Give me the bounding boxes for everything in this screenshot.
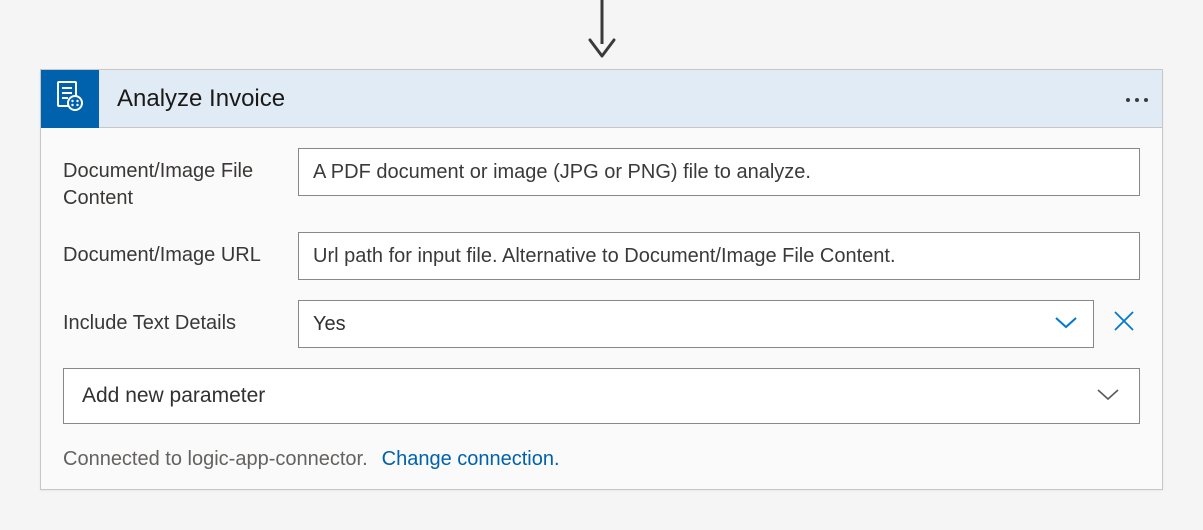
connected-to-text: Connected to logic-app-connector. [63,448,368,471]
card-header[interactable]: Analyze Invoice [41,70,1162,128]
card-menu-button[interactable] [1112,87,1162,110]
url-input[interactable] [298,232,1140,280]
field-row-file-content: Document/Image File Content [63,148,1140,212]
chevron-down-icon [1053,313,1079,336]
flow-arrow-down [0,0,1203,64]
ellipsis-icon [1124,87,1150,109]
field-label: Include Text Details [63,300,298,337]
card-body: Document/Image File Content Document/Ima… [41,128,1162,489]
form-recognizer-icon [53,79,87,119]
card-title: Analyze Invoice [99,85,1112,113]
select-value: Yes [313,313,346,336]
chevron-down-icon [1095,385,1121,408]
change-connection-link[interactable]: Change connection. [382,448,560,471]
include-text-select[interactable]: Yes [298,300,1094,348]
connector-icon-box [41,70,99,128]
close-icon [1112,316,1136,338]
field-label: Document/Image URL [63,232,298,269]
connection-footer: Connected to logic-app-connector. Change… [63,448,1140,471]
add-parameter-dropdown[interactable]: Add new parameter [63,368,1140,424]
field-row-url: Document/Image URL [63,232,1140,280]
field-row-include-text: Include Text Details Yes [63,300,1140,348]
action-card: Analyze Invoice Document/Image File Cont… [40,69,1163,490]
add-parameter-label: Add new parameter [82,384,265,408]
field-label: Document/Image File Content [63,148,298,212]
remove-parameter-button[interactable] [1108,305,1140,343]
file-content-input[interactable] [298,148,1140,196]
